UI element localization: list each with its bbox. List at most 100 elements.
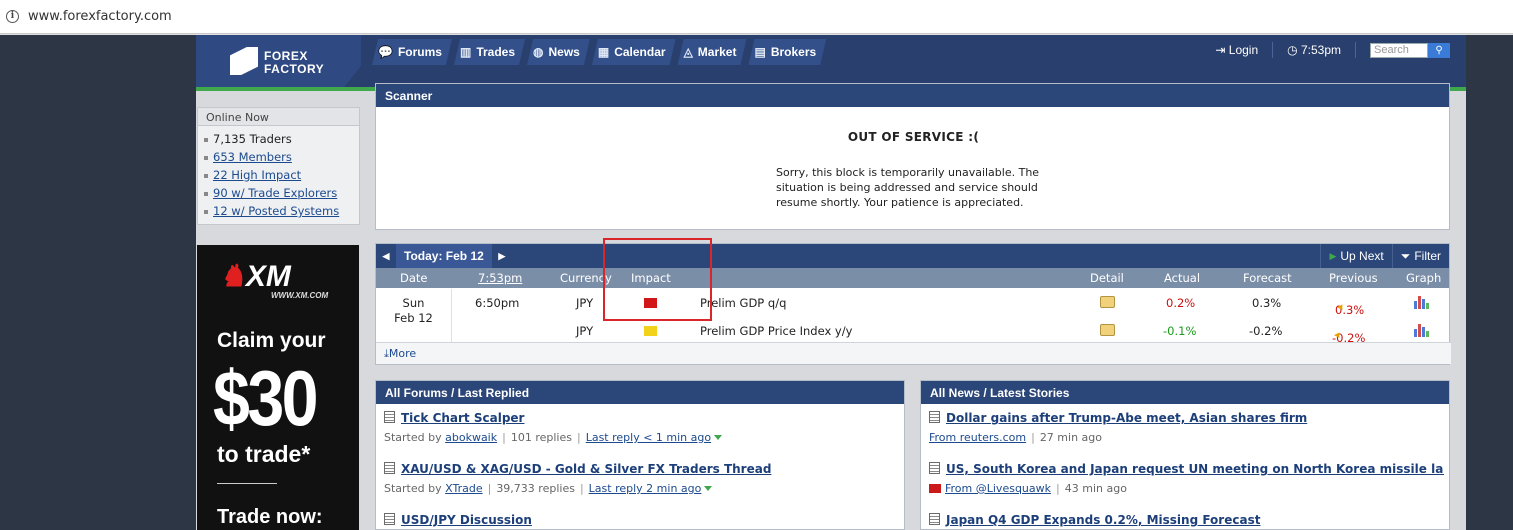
story-title-text[interactable]: US, South Korea and Japan request UN mee… [946,462,1444,476]
bullet-icon [204,137,208,142]
online-item[interactable]: 90 w/ Trade Explorers [204,184,359,202]
login-link[interactable]: ⇥ Login [1215,43,1258,57]
online-item[interactable]: 22 High Impact [204,166,359,184]
document-icon [384,462,395,474]
story-source[interactable]: From @Livesquawk [945,482,1051,495]
meta-sep: | [576,431,581,444]
logo-mark-icon [230,47,258,75]
login-icon: ⇥ [1215,43,1226,57]
xm-advertisement[interactable]: ♞XM WWW.XM.COM Claim your $30 to trade* … [197,245,359,530]
low-impact-icon[interactable] [644,326,657,336]
search-input[interactable]: Search [1370,42,1428,58]
graph-icon[interactable] [1414,295,1429,309]
calendar-row[interactable]: 6:50pm JPY Prelim GDP q/q 0.2% 0.3% 0.3%… [376,289,1451,317]
nav-news[interactable]: ◍ News [527,39,590,65]
thread-title[interactable]: XAU/USD & XAG/USD - Gold & Silver FX Tra… [384,462,899,476]
detail-folder-icon[interactable] [1100,296,1115,308]
event-title[interactable]: Prelim GDP q/q [700,296,786,310]
xm-logo: ♞XM [219,259,291,294]
forex-factory-logo[interactable]: FOREX FACTORY [196,35,361,91]
event-title[interactable]: Prelim GDP Price Index y/y [700,324,852,338]
story-title-text[interactable]: Japan Q4 GDP Expands 0.2%, Missing Forec… [946,513,1260,527]
nav-brokers[interactable]: ▤ Brokers [748,39,826,65]
page-scrollbar-area[interactable] [1485,35,1513,530]
story-title[interactable]: Japan Q4 GDP Expands 0.2%, Missing Forec… [929,513,1444,527]
calendar-more-link[interactable]: ⤓More [376,342,1451,364]
nav-label: Trades [476,45,516,59]
revised-icon: ◀ [1334,331,1340,339]
col-date: Date [400,271,428,285]
thread-replies: 101 replies [510,431,572,444]
meta-sep: | [1031,431,1035,444]
nav-calendar[interactable]: ▦ Calendar [592,39,676,65]
online-item[interactable]: 12 w/ Posted Systems [204,202,359,220]
online-traders: 7,135 Traders [213,132,292,146]
event-forecast: -0.2% [1249,324,1283,338]
story-source[interactable]: From reuters.com [929,431,1026,444]
thread-title[interactable]: Tick Chart Scalper [384,411,899,425]
forum-thread: USD/JPY Discussion [384,513,899,527]
scanner-title: Scanner [376,84,1449,107]
calendar-header-actions: ▶ Up Next ⏷ Filter [1320,244,1449,268]
news-title[interactable]: All News / Latest Stories [930,386,1069,400]
chevron-down-icon[interactable] [714,435,723,440]
nav-label: Calendar [614,45,666,59]
meta-sep: | [502,431,506,444]
online-posted-systems-link[interactable]: 12 w/ Posted Systems [213,204,339,218]
trades-icon: ▥ [459,45,472,59]
thread-author[interactable]: XTrade [445,482,482,495]
thread-title[interactable]: USD/JPY Discussion [384,513,899,527]
clock[interactable]: ◷ 7:53pm [1287,43,1341,57]
story-title-text[interactable]: Dollar gains after Trump-Abe meet, Asian… [946,411,1307,425]
impact-highlight-box [603,238,712,321]
event-currency: JPY [576,324,594,338]
filter-icon: ⏷ [1400,248,1411,263]
thread-last-reply[interactable]: Last reply 2 min ago [589,482,702,495]
login-label: Login [1228,43,1259,57]
news-panel: All News / Latest Stories Dollar gains a… [920,380,1450,530]
ad-divider [217,483,277,484]
calendar-columns: Date 7:53pm Currency Impact Detail Actua… [376,268,1449,288]
col-previous: Previous [1329,271,1378,285]
nav-label: Market [697,45,737,59]
news-story: US, South Korea and Japan request UN mee… [929,462,1444,495]
online-high-impact-link[interactable]: 22 High Impact [213,168,301,182]
nav-market[interactable]: ◬ Market [678,39,747,65]
graph-icon[interactable] [1414,323,1429,337]
search-icon[interactable]: ⚲ [1428,42,1450,58]
online-members-link[interactable]: 653 Members [213,150,292,164]
prev-day-icon[interactable]: ◀ [376,251,396,262]
thread-author[interactable]: abokwaik [445,431,497,444]
col-time[interactable]: 7:53pm [478,271,522,285]
forum-thread: XAU/USD & XAG/USD - Gold & Silver FX Tra… [384,462,899,495]
header-divider [1272,42,1274,58]
nav-forums[interactable]: 💬 Forums [372,39,452,65]
next-day-icon[interactable]: ▶ [492,251,512,262]
thread-title-text[interactable]: XAU/USD & XAG/USD - Gold & Silver FX Tra… [401,462,771,476]
up-next-button[interactable]: ▶ Up Next [1320,244,1391,268]
forums-title[interactable]: All Forums / Last Replied [385,386,529,400]
bullet-icon [204,209,208,214]
thread-title-text[interactable]: Tick Chart Scalper [401,411,524,425]
event-actual: -0.1% [1163,324,1197,338]
calendar-today[interactable]: Today: Feb 12 [396,244,492,268]
play-icon: ▶ [1329,250,1337,261]
nav-trades[interactable]: ▥ Trades [454,39,525,65]
story-title[interactable]: US, South Korea and Japan request UN mee… [929,462,1444,476]
document-icon [929,462,940,474]
thread-last-reply[interactable]: Last reply < 1 min ago [586,431,711,444]
url-text[interactable]: www.forexfactory.com [28,9,172,24]
site-info-icon[interactable]: i [6,10,19,23]
online-item[interactable]: 653 Members [204,148,359,166]
calendar-row[interactable]: JPY Prelim GDP Price Index y/y -0.1% -0.… [376,317,1451,345]
story-title[interactable]: Dollar gains after Trump-Abe meet, Asian… [929,411,1444,425]
chevron-down-icon[interactable] [704,486,713,491]
filter-button[interactable]: ⏷ Filter [1391,244,1449,268]
browser-address-bar[interactable]: i www.forexfactory.com [0,0,1513,34]
online-trade-explorers-link[interactable]: 90 w/ Trade Explorers [213,186,337,200]
col-actual: Actual [1164,271,1201,285]
clock-icon: ◷ [1287,43,1298,57]
ad-amount: $30 [213,354,319,442]
detail-folder-icon[interactable] [1100,324,1115,336]
thread-title-text[interactable]: USD/JPY Discussion [401,513,532,527]
